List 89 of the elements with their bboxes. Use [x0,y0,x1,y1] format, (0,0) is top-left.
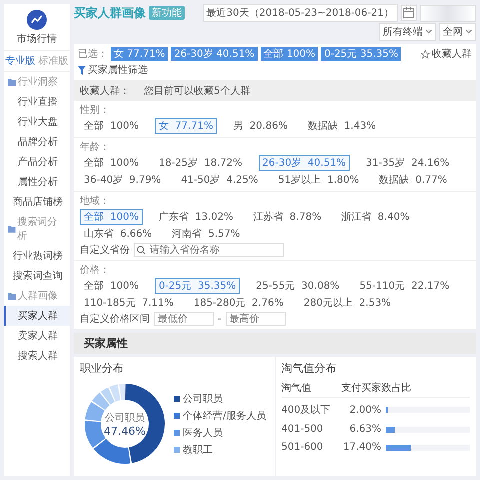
filter-option[interactable]: 110-185元 7.11% [80,295,178,311]
collect-label: 收藏人群： [80,84,130,98]
nav-item[interactable]: 产品分析 [4,152,70,172]
nav-item[interactable]: 卖家人群 [4,326,70,346]
filter-title: 性别： [80,104,111,117]
filter-option[interactable]: 0-25元 35.35% [154,278,240,294]
logo-icon [27,10,47,30]
table-cell-text: 6.63% [348,424,382,435]
folder-icon [8,226,16,232]
filter-option[interactable]: 36-40岁 9.79% [80,172,166,188]
filter-option[interactable]: 广东省 13.02% [154,209,238,225]
collect-hint: 您目前可以收藏5个人群 [144,84,250,98]
filter-option[interactable]: 31-35岁 24.16% [362,155,454,171]
account-field[interactable] [420,4,476,22]
legend-label: 个体经营/服务人员 [183,410,266,422]
nav-item[interactable]: 行业大盘 [4,112,70,132]
search-icon [137,246,146,255]
nav-item[interactable]: 买家人群 [4,306,70,326]
selected-label: 已选： [78,48,108,61]
filter-option[interactable]: 全部 100% [80,278,143,294]
nav-section-title: 行业洞察 [18,76,58,89]
filter-option[interactable]: 41-50岁 4.25% [177,172,262,188]
filter-option[interactable]: 全部 100% [80,155,143,171]
range-separator: - [218,314,222,324]
column-header: 支付买家数占比 [342,382,412,395]
province-search-field[interactable]: 请输入省份名称 [134,243,284,257]
filter-option[interactable]: 55-110元 22.17% [356,278,454,294]
nav-item[interactable]: 行业直播 [4,92,70,112]
chevron-down-icon [466,30,472,34]
folder-icon [8,78,16,86]
date-range-picker[interactable]: 最近30天（2018-05-23~2018-06-21） [202,4,398,22]
filter-option[interactable]: 全部 100% [80,118,143,134]
max-price-field[interactable]: 最高价 [226,312,286,326]
legend-label: 公司职员 [183,392,223,406]
nav-section-title: 人群画像 [18,290,58,303]
nav-item[interactable]: 搜索词查询 [4,266,70,286]
donut-center-label: 公司职员 [105,412,145,424]
filter-option[interactable]: 51岁以上 1.80% [274,172,364,188]
filter-option[interactable]: 280元以上 2.53% [300,295,396,311]
filter-option[interactable]: 山东省 6.66% [80,226,156,242]
calendar-icon[interactable] [401,5,417,21]
filter-option[interactable]: 26-30岁 40.51% [258,155,350,171]
panel-title: 职业分布 [80,361,125,376]
custom-label: 自定义省份 [80,244,130,257]
filter-title: 价格： [80,264,111,277]
attribute-filter-button[interactable]: 买家属性筛选 [78,63,148,77]
folder-icon [8,292,16,300]
donut-center-value: 47.46% [104,424,146,438]
table-cell-text: 401-500 [282,424,324,435]
section-header: 买家属性 [74,333,476,354]
filter-icon [78,66,86,74]
filter-title: 年龄： [80,140,111,154]
filter-title: 地域： [80,194,111,208]
new-badge: 新功能 [149,6,185,20]
chevron-down-icon [426,30,432,34]
filter-option[interactable]: 男 20.86% [229,118,292,134]
collect-crowd-button[interactable]: 收藏人群 [421,47,472,61]
channel-dropdown[interactable]: 全网 [439,23,476,41]
nav-item[interactable]: 品牌分析 [4,132,70,152]
filter-option[interactable]: 18-25岁 18.72% [154,155,246,171]
filter-option[interactable]: 浙江省 8.40% [338,209,414,225]
filter-option[interactable]: 全部 100% [80,209,143,225]
min-price-field[interactable]: 最低价 [154,312,214,326]
nav-item[interactable]: 搜索人群 [4,346,70,366]
filter-option[interactable]: 数据缺 0.77% [375,172,452,188]
panel-title: 淘气值分布 [282,361,338,376]
table-cell-text: 501-600 [282,442,324,453]
nav-item[interactable]: 行业热词榜 [4,246,70,266]
app-name: 市场行情 [17,32,57,46]
filter-option[interactable]: 185-280元 2.76% [190,295,288,311]
nav-item[interactable]: 属性分析 [4,172,70,192]
nav-item[interactable]: 商品店铺榜 [4,192,70,212]
legend-label: 医务人员 [183,426,223,440]
legend-label: 教职工 [183,444,213,456]
table-cell-text: 400及以下 [282,404,332,417]
terminal-dropdown[interactable]: 所有终端 [379,23,436,41]
filter-option[interactable]: 河南省 5.57% [168,226,244,242]
table-cell-text: 2.00% [348,404,382,416]
star-icon [421,50,430,58]
column-header: 淘气值 [282,382,312,395]
filter-option[interactable]: 江苏省 8.78% [249,209,326,225]
filter-option[interactable]: 25-55元 30.08% [252,278,344,294]
filter-option[interactable]: 女 77.71% [154,118,218,134]
table-cell-text: 17.40% [342,442,382,453]
filter-option[interactable]: 数据缺 1.43% [304,118,380,134]
page-title: 买家人群画像 [74,4,146,22]
nav-section-title: 搜索词分析 [18,216,59,243]
edition-tab[interactable]: 专业版 [6,54,36,68]
custom-label: 自定义价格区间 [80,312,150,326]
